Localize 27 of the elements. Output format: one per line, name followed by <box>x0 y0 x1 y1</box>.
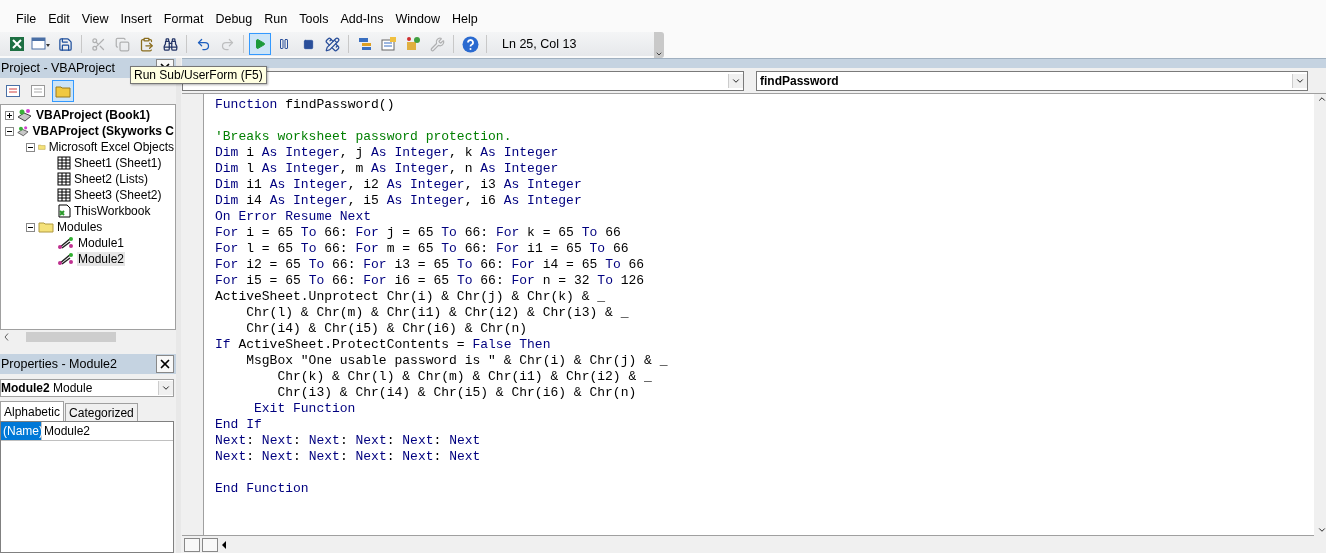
code-line: On Error Resume Next <box>215 209 373 225</box>
code-line: Next: Next: Next: Next: Next: Next <box>215 449 482 465</box>
code-line: Dim i1 As Integer, i2 As Integer, i3 As Integer <box>215 177 583 193</box>
code-line: For l = 65 To 66: For m = 65 To 66: For i1 = 65 To 66 <box>215 241 630 257</box>
code-line: ActiveSheet.Unprotect Chr(i) & Chr(j) & Chr(k) & _ <box>215 289 607 305</box>
code-line: MsgBox "One usable password is " & Chr(i) & Chr(j) & _ <box>245 353 669 369</box>
code-line: Dim l As Integer, m As Integer, n As Integer <box>215 161 560 177</box>
code-line: For i2 = 65 To 66: For i3 = 65 To 66: For i4 = 65 To 66 <box>215 257 646 273</box>
code-line: End If <box>215 417 263 433</box>
code-line: Chr(l) & Chr(m) & Chr(i1) & Chr(i2) & Chr(i3) & _ <box>245 305 630 321</box>
pane-title: Project - VBAProject <box>1 61 115 75</box>
code-line: End Function <box>215 481 310 497</box>
pane-title: Properties - Module2 <box>1 357 118 371</box>
code-line: If ActiveSheet.ProtectContents = False Then <box>215 337 552 353</box>
code-line: For i5 = 65 To 66: For i6 = 65 To 66: For n = 32 To 126 <box>215 273 646 289</box>
code-line: Dim i4 As Integer, i5 As Integer, i6 As Integer <box>215 193 583 209</box>
tooltip: Run Sub/UserForm (F5) <box>130 66 267 84</box>
code-line: Function findPassword() <box>215 97 396 113</box>
code-line: Chr(i3) & Chr(i4) & Chr(i5) & Chr(i6) & Chr(n) <box>276 385 638 401</box>
code-line: Dim i As Integer, j As Integer, k As Integer <box>215 145 560 161</box>
code-line: Chr(k) & Chr(l) & Chr(m) & Chr(i1) & Chr(i2) & _ <box>276 369 653 385</box>
code-line: Exit Function <box>253 401 357 417</box>
code-line: Chr(i4) & Chr(i5) & Chr(i6) & Chr(n) <box>245 321 529 337</box>
code-line: 'Breaks worksheet password protection. <box>215 129 513 145</box>
cursor-position: Ln 25, Col 13 <box>502 37 577 51</box>
code-line: For i = 65 To 66: For j = 65 To 66: For k = 65 To 66 <box>215 225 622 241</box>
code-line: Next: Next: Next: Next: Next: Next <box>215 433 482 449</box>
